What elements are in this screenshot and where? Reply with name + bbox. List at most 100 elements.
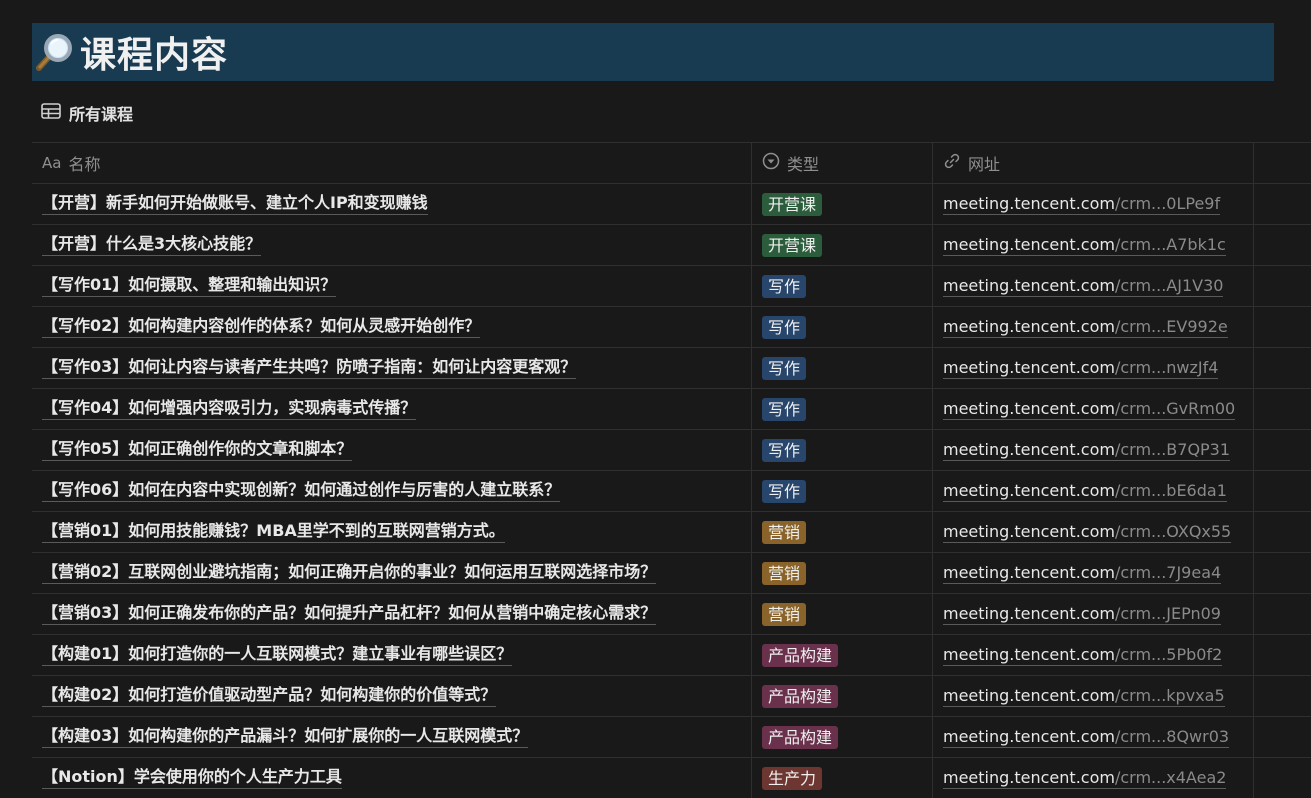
type-tag: 营销 bbox=[762, 520, 807, 544]
cell-type[interactable]: 写作 bbox=[752, 266, 933, 306]
table-row[interactable]: 【写作06】如何在内容中实现创新？如何通过创作与厉害的人建立联系？ 写作 meeti… bbox=[32, 470, 1311, 511]
cell-type[interactable]: 产品构建 bbox=[752, 635, 933, 675]
cell-name: 【开营】新手如何开始做账号、建立个人IP和变现赚钱 bbox=[32, 184, 752, 224]
course-name-link[interactable]: 【构建02】如何打造价值驱动型产品？如何构建你的价值等式？ bbox=[42, 685, 497, 707]
cell-url: meeting.tencent.com/crm...8Qwr03 bbox=[933, 717, 1254, 757]
course-name-link[interactable]: 【构建01】如何打造你的一人互联网模式？建立事业有哪些误区？ bbox=[42, 644, 513, 666]
cell-type[interactable]: 写作 bbox=[752, 471, 933, 511]
url-link[interactable]: meeting.tencent.com/crm...bE6da1 bbox=[943, 481, 1227, 502]
type-tag: 写作 bbox=[762, 315, 807, 339]
table-row[interactable]: 【构建02】如何打造价值驱动型产品？如何构建你的价值等式？ 产品构建 meeting… bbox=[32, 675, 1311, 716]
table-row[interactable]: 【写作02】如何构建内容创作的体系？如何从灵感开始创作？ 写作 meeting.te… bbox=[32, 306, 1311, 347]
column-header-type[interactable]: 类型 bbox=[752, 143, 933, 183]
url-link[interactable]: meeting.tencent.com/crm...A7bk1c bbox=[943, 235, 1226, 256]
table-row[interactable]: 【构建03】如何构建你的产品漏斗？如何扩展你的一人互联网模式？ 产品构建 meeti… bbox=[32, 716, 1311, 757]
cell-extra bbox=[1254, 266, 1311, 306]
url-path: /crm...0LPe9f bbox=[1114, 193, 1221, 213]
cell-name: 【写作03】如何让内容与读者产生共鸣？防喷子指南：如何让内容更客观？ bbox=[32, 348, 752, 388]
course-name-link[interactable]: 【开营】新手如何开始做账号、建立个人IP和变现赚钱 bbox=[42, 193, 428, 215]
cell-url: meeting.tencent.com/crm...GvRm00 bbox=[933, 389, 1254, 429]
url-path: /crm...kpvxa5 bbox=[1114, 685, 1225, 705]
url-path: /crm...bE6da1 bbox=[1114, 480, 1227, 500]
url-link[interactable]: meeting.tencent.com/crm...JEPn09 bbox=[943, 604, 1221, 625]
cell-type[interactable]: 写作 bbox=[752, 389, 933, 429]
column-header-name[interactable]: Aa 名称 bbox=[32, 143, 752, 183]
url-link[interactable]: meeting.tencent.com/crm...GvRm00 bbox=[943, 399, 1236, 420]
table-row[interactable]: 【开营】什么是3大核心技能？ 开营课 meeting.tencent.com/crm… bbox=[32, 224, 1311, 265]
course-name-link[interactable]: 【写作04】如何增强内容吸引力，实现病毒式传播？ bbox=[42, 398, 417, 420]
url-path: /crm...B7QP31 bbox=[1114, 439, 1231, 459]
column-header-url[interactable]: 网址 bbox=[933, 143, 1254, 183]
url-path: /crm...8Qwr03 bbox=[1114, 726, 1230, 746]
url-path: /crm...A7bk1c bbox=[1114, 234, 1226, 254]
url-link[interactable]: meeting.tencent.com/crm...x4Aea2 bbox=[943, 767, 1227, 789]
course-name-link[interactable]: 【写作02】如何构建内容创作的体系？如何从灵感开始创作？ bbox=[42, 316, 481, 338]
table-row[interactable]: 【开营】新手如何开始做账号、建立个人IP和变现赚钱 开营课 meeting.tenc… bbox=[32, 183, 1311, 224]
url-domain: meeting.tencent.com bbox=[943, 316, 1115, 336]
course-name-link[interactable]: 【写作05】如何正确创作你的文章和脚本？ bbox=[42, 439, 353, 461]
cell-type[interactable]: 产品构建 bbox=[752, 676, 933, 716]
cell-name: 【写作05】如何正确创作你的文章和脚本？ bbox=[32, 430, 752, 470]
cell-extra bbox=[1254, 553, 1311, 593]
url-domain: meeting.tencent.com bbox=[943, 726, 1115, 746]
url-link[interactable]: meeting.tencent.com/crm...0LPe9f bbox=[943, 193, 1221, 215]
cell-type[interactable]: 写作 bbox=[752, 307, 933, 347]
cell-url: meeting.tencent.com/crm...EV992e bbox=[933, 307, 1254, 347]
url-link[interactable]: meeting.tencent.com/crm...5Pb0f2 bbox=[943, 644, 1223, 666]
cell-type[interactable]: 产品构建 bbox=[752, 717, 933, 757]
url-link[interactable]: meeting.tencent.com/crm...EV992e bbox=[943, 317, 1228, 338]
view-tab-label: 所有课程 bbox=[69, 105, 134, 124]
url-domain: meeting.tencent.com bbox=[943, 685, 1115, 705]
cell-type[interactable]: 开营课 bbox=[752, 184, 933, 224]
course-name-link[interactable]: 【开营】什么是3大核心技能？ bbox=[42, 234, 262, 256]
cell-extra bbox=[1254, 717, 1311, 757]
cell-type[interactable]: 开营课 bbox=[752, 225, 933, 265]
url-link[interactable]: meeting.tencent.com/crm...B7QP31 bbox=[943, 439, 1231, 461]
table-row[interactable]: 【写作05】如何正确创作你的文章和脚本？ 写作 meeting.tencent.co… bbox=[32, 429, 1311, 470]
course-name-link[interactable]: 【写作03】如何让内容与读者产生共鸣？防喷子指南：如何让内容更客观？ bbox=[42, 357, 577, 379]
course-name-link[interactable]: 【Notion】学会使用你的个人生产力工具 bbox=[42, 767, 342, 789]
type-tag: 生产力 bbox=[762, 766, 823, 790]
course-name-link[interactable]: 【写作01】如何摄取、整理和输出知识？ bbox=[42, 275, 337, 297]
table-row[interactable]: 【写作03】如何让内容与读者产生共鸣？防喷子指南：如何让内容更客观？ 写作 meet… bbox=[32, 347, 1311, 388]
table-row[interactable]: 【写作04】如何增强内容吸引力，实现病毒式传播？ 写作 meeting.tencen… bbox=[32, 388, 1311, 429]
url-domain: meeting.tencent.com bbox=[943, 767, 1115, 787]
cell-type[interactable]: 营销 bbox=[752, 512, 933, 552]
table-row[interactable]: 【写作01】如何摄取、整理和输出知识？ 写作 meeting.tencent.com… bbox=[32, 265, 1311, 306]
view-tab-all-courses[interactable]: 所有课程 bbox=[41, 100, 133, 126]
type-tag: 产品构建 bbox=[762, 725, 839, 749]
table-row[interactable]: 【营销02】互联网创业避坑指南；如何正确开启你的事业？如何运用互联网选择市场？ 营… bbox=[32, 552, 1311, 593]
url-link[interactable]: meeting.tencent.com/crm...OXQx55 bbox=[943, 522, 1232, 543]
cell-name: 【营销01】如何用技能赚钱？MBA里学不到的互联网营销方式。 bbox=[32, 512, 752, 552]
cell-type[interactable]: 营销 bbox=[752, 553, 933, 593]
url-link[interactable]: meeting.tencent.com/crm...kpvxa5 bbox=[943, 686, 1225, 707]
table-row[interactable]: 【营销03】如何正确发布你的产品？如何提升产品杠杆？如何从营销中确定核心需求？ 营… bbox=[32, 593, 1311, 634]
cell-extra bbox=[1254, 635, 1311, 675]
magnifier-icon bbox=[34, 32, 74, 72]
course-name-link[interactable]: 【营销01】如何用技能赚钱？MBA里学不到的互联网营销方式。 bbox=[42, 521, 505, 543]
cell-extra bbox=[1254, 225, 1311, 265]
course-name-link[interactable]: 【写作06】如何在内容中实现创新？如何通过创作与厉害的人建立联系？ bbox=[42, 480, 561, 502]
cell-name: 【写作02】如何构建内容创作的体系？如何从灵感开始创作？ bbox=[32, 307, 752, 347]
table-row[interactable]: 【Notion】学会使用你的个人生产力工具 生产力 meeting.tencent.… bbox=[32, 757, 1311, 798]
cell-type[interactable]: 写作 bbox=[752, 430, 933, 470]
table-row[interactable]: 【构建01】如何打造你的一人互联网模式？建立事业有哪些误区？ 产品构建 meetin… bbox=[32, 634, 1311, 675]
table-row[interactable]: 【营销01】如何用技能赚钱？MBA里学不到的互联网营销方式。 营销 meeting.… bbox=[32, 511, 1311, 552]
course-name-link[interactable]: 【营销02】互联网创业避坑指南；如何正确开启你的事业？如何运用互联网选择市场？ bbox=[42, 562, 657, 584]
cell-url: meeting.tencent.com/crm...B7QP31 bbox=[933, 430, 1254, 470]
url-link[interactable]: meeting.tencent.com/crm...nwzJf4 bbox=[943, 358, 1219, 379]
cell-type[interactable]: 写作 bbox=[752, 348, 933, 388]
url-link[interactable]: meeting.tencent.com/crm...7J9ea4 bbox=[943, 563, 1222, 584]
type-tag: 营销 bbox=[762, 561, 807, 585]
url-link[interactable]: meeting.tencent.com/crm...8Qwr03 bbox=[943, 726, 1230, 748]
cell-name: 【写作04】如何增强内容吸引力，实现病毒式传播？ bbox=[32, 389, 752, 429]
cell-url: meeting.tencent.com/crm...bE6da1 bbox=[933, 471, 1254, 511]
cell-type[interactable]: 生产力 bbox=[752, 758, 933, 798]
cell-name: 【营销02】互联网创业避坑指南；如何正确开启你的事业？如何运用互联网选择市场？ bbox=[32, 553, 752, 593]
url-domain: meeting.tencent.com bbox=[943, 275, 1115, 295]
cell-type[interactable]: 营销 bbox=[752, 594, 933, 634]
url-path: /crm...5Pb0f2 bbox=[1114, 644, 1223, 664]
course-name-link[interactable]: 【营销03】如何正确发布你的产品？如何提升产品杠杆？如何从营销中确定核心需求？ bbox=[42, 603, 657, 625]
url-link[interactable]: meeting.tencent.com/crm...AJ1V30 bbox=[943, 275, 1224, 297]
course-name-link[interactable]: 【构建03】如何构建你的产品漏斗？如何扩展你的一人互联网模式？ bbox=[42, 726, 529, 748]
